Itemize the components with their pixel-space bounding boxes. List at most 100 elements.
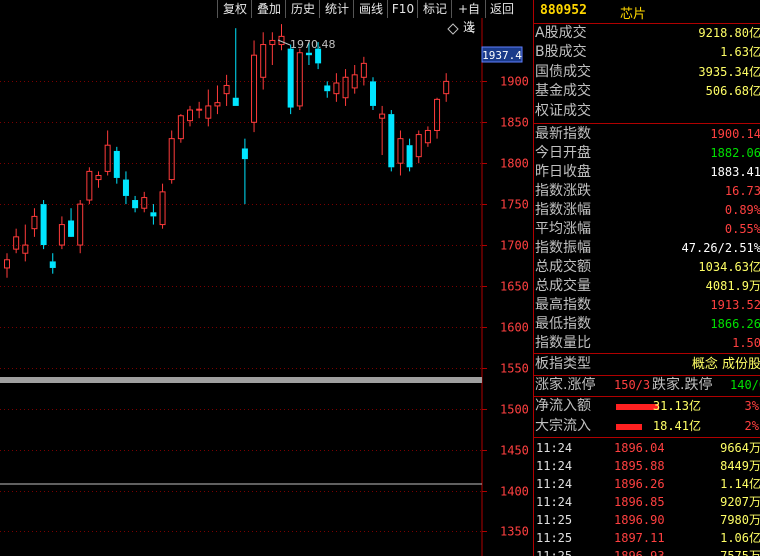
tick-row: 11:25 1896.93 7575万 [534, 547, 760, 556]
diamond-icon[interactable] [447, 23, 459, 35]
candle-body [159, 191, 166, 226]
toolbar-button-2[interactable]: 历史 [285, 0, 320, 18]
price-marker: 1937.4 [481, 46, 523, 63]
index-row-label: 总成交额 [535, 259, 591, 275]
candle-body [305, 52, 312, 56]
toolbar-button-7[interactable]: +自选 [451, 0, 486, 34]
toolbar-button-8[interactable]: 返回 [485, 0, 518, 18]
candle [86, 167, 93, 205]
down-count-label: 跌家.跌停 [652, 377, 713, 393]
candle-body [232, 97, 239, 106]
candle [443, 73, 450, 102]
candle [241, 138, 248, 205]
candle-body [434, 98, 441, 131]
toolbar-button-6[interactable]: 标记 [417, 0, 452, 18]
y-tick-label: 1750 [500, 198, 529, 212]
candle [58, 216, 65, 250]
candle-body [177, 115, 184, 140]
stat-row-label: B股成交 [535, 44, 587, 61]
index-row-value: 1866.26 [710, 317, 760, 331]
candle [342, 69, 349, 106]
tick-row: 11:25 1897.11 1.06亿 [534, 529, 760, 547]
candle-body [104, 144, 111, 172]
candle [388, 110, 395, 172]
up-count-label: 涨家.涨停 [535, 377, 596, 393]
pane-divider[interactable] [0, 377, 482, 383]
candle-body [388, 114, 395, 168]
flow-amount: 18.41亿 [652, 419, 701, 433]
toolbar-button-0[interactable]: 复权 [217, 0, 252, 18]
index-row: 总成交量 4081.9万 [534, 277, 760, 296]
stat-row-label: 权证成交 [535, 102, 591, 119]
candle [141, 191, 148, 213]
candle [397, 130, 404, 176]
candle [113, 146, 120, 184]
candle-body [370, 81, 376, 106]
candle-body [150, 212, 157, 217]
index-row-value: 4081.9万 [705, 279, 760, 293]
toolbar-button-1[interactable]: 叠加 [251, 0, 286, 18]
candle [4, 253, 10, 278]
candle-body [406, 145, 413, 168]
candle [333, 73, 340, 102]
candle [232, 28, 239, 106]
candle-body [4, 259, 10, 269]
toolbar-button-3[interactable]: 统计 [319, 0, 354, 18]
index-row: 指数量比 1.50 [534, 334, 760, 353]
index-row: 最新指数 1900.14 [534, 125, 760, 144]
index-row: 指数振幅 47.26/2.51% [534, 239, 760, 258]
candle-body [122, 179, 129, 196]
tick-price: 1896.90 [614, 513, 665, 527]
index-row-value: 1913.52 [710, 298, 760, 312]
candle [68, 208, 75, 237]
candle-body [40, 204, 47, 246]
divider [534, 437, 760, 438]
high-annotation-label: 1970.48 [290, 38, 336, 51]
tick-time: 11:25 [536, 549, 573, 556]
stock-title: 880952 芯片 [534, 0, 760, 22]
tick-volume: 7980万 [720, 513, 760, 527]
candle [104, 130, 111, 176]
stat-row-value: 506.68亿 [705, 84, 760, 99]
stat-row-label: A股成交 [535, 25, 587, 41]
candle-body [415, 134, 422, 158]
candle-body [77, 203, 84, 246]
tick-volume: 8449万 [720, 459, 760, 473]
flow-pct: 3% [744, 399, 759, 413]
tick-volume: 7575万 [720, 549, 760, 556]
candle [360, 56, 367, 86]
y-tick-label: 1700 [500, 239, 529, 253]
tick-time: 11:24 [536, 441, 573, 455]
stat-row-value: 3935.34亿 [698, 64, 760, 79]
candle-body [296, 52, 303, 107]
index-row-label: 最新指数 [535, 126, 591, 142]
kline-chart[interactable]: 1900 1850 1800 1750 1700 1650 1600 1550 1500 1450… [0, 0, 533, 556]
candle [434, 97, 441, 139]
candle-body [342, 76, 349, 99]
candle-body [443, 80, 450, 95]
index-row-value: 1900.14 [710, 127, 760, 141]
y-tick-label: 1600 [500, 321, 529, 335]
candle-body [113, 150, 120, 178]
y-tick-label: 1500 [500, 403, 529, 417]
stat-row: 基金成交 506.68亿 [534, 82, 760, 101]
divider [534, 123, 760, 124]
index-row: 今日开盘 1882.06 [534, 144, 760, 163]
candle-body [251, 54, 258, 123]
toolbar-button-5[interactable]: F10 [387, 0, 418, 18]
tick-row: 11:24 1896.04 9664万 [534, 439, 760, 457]
stat-row: B股成交 1.63亿 [534, 43, 760, 62]
candle-body [360, 62, 367, 78]
index-row-value: 1882.06 [710, 146, 760, 160]
up-count-value: 150/3 [614, 378, 651, 392]
candle-body [22, 244, 29, 254]
candle [214, 85, 221, 115]
stat-row-value: 9218.80亿 [698, 26, 760, 40]
candle-body [196, 108, 203, 111]
stock-code: 880952 [540, 3, 587, 18]
toolbar-button-4[interactable]: 画线 [353, 0, 388, 18]
index-row: 指数涨幅 0.89% [534, 201, 760, 220]
flow-amount: 31.13亿 [652, 399, 701, 413]
price-marker-label: 1937.4 [482, 49, 522, 62]
index-type-row: 板指类型 概念 成份股 [534, 355, 760, 374]
